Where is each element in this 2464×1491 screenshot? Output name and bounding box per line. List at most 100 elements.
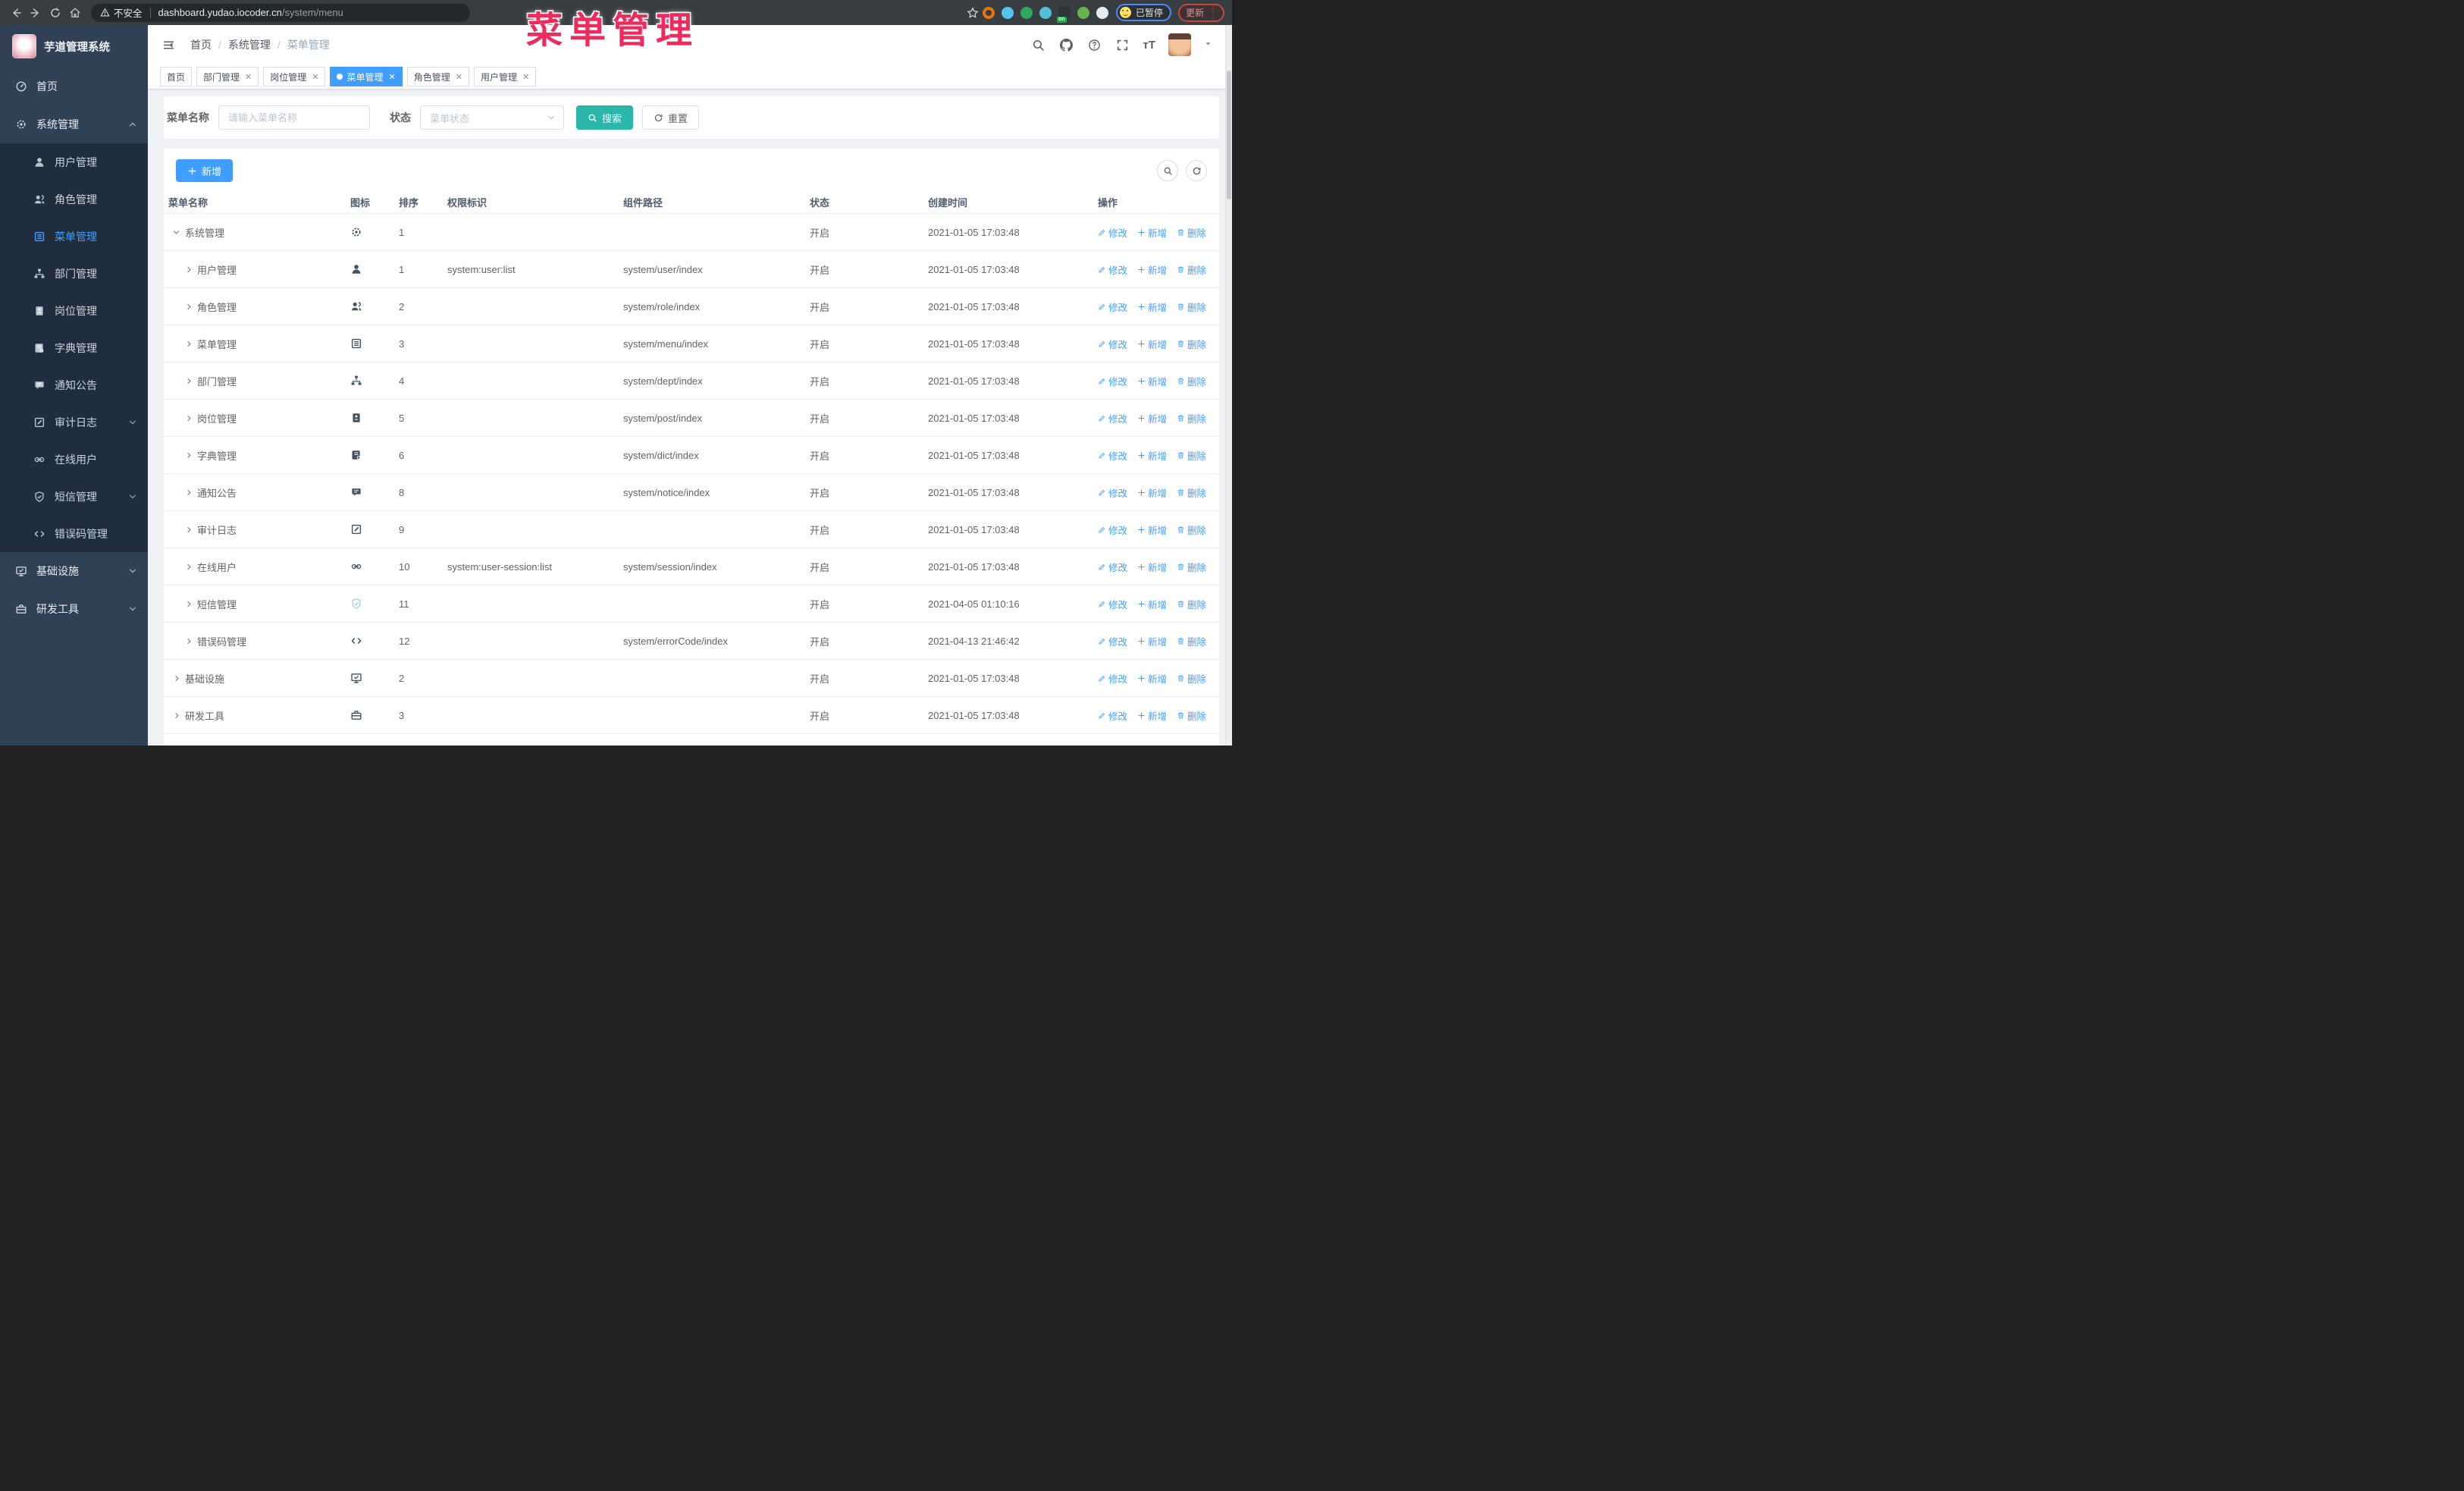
show-search-button[interactable] (1157, 160, 1178, 181)
close-tab-icon[interactable]: ✕ (312, 72, 318, 82)
add-action[interactable]: 新增 (1137, 225, 1167, 240)
sidebar-item-菜单管理[interactable]: 菜单管理 (0, 218, 148, 255)
add-action[interactable]: 新增 (1137, 374, 1167, 388)
browser-reload-icon[interactable] (45, 3, 65, 23)
tab-岗位管理[interactable]: 岗位管理 ✕ (263, 67, 326, 86)
add-button[interactable]: 新增 (176, 159, 234, 182)
extension-icon-green-check[interactable] (1020, 6, 1033, 19)
browser-update-button[interactable]: 更新 ⋮ ⋮ (1177, 3, 1224, 22)
sidebar-logo-row[interactable]: 芋道管理系统 (0, 25, 148, 67)
expand-row-icon[interactable] (183, 636, 194, 646)
extension-icon-teal-columns[interactable] (1039, 6, 1052, 19)
delete-action[interactable]: 删除 (1177, 411, 1206, 425)
collapse-sidebar-icon[interactable] (158, 35, 178, 55)
expand-row-icon[interactable] (183, 561, 194, 572)
delete-action[interactable]: 删除 (1177, 597, 1206, 611)
expand-row-icon[interactable] (183, 450, 194, 460)
delete-action[interactable]: 删除 (1177, 448, 1206, 463)
add-action[interactable]: 新增 (1137, 560, 1167, 574)
close-tab-icon[interactable]: ✕ (245, 72, 252, 82)
tab-首页[interactable]: 首页 (160, 67, 193, 86)
edit-action[interactable]: 修改 (1098, 523, 1127, 537)
edit-action[interactable]: 修改 (1098, 225, 1127, 240)
tab-部门管理[interactable]: 部门管理 ✕ (196, 67, 259, 86)
edit-action[interactable]: 修改 (1098, 485, 1127, 500)
sidebar-item-角色管理[interactable]: 角色管理 (0, 180, 148, 218)
edit-action[interactable]: 修改 (1098, 560, 1127, 574)
github-icon[interactable] (1058, 37, 1074, 52)
browser-back-icon[interactable] (6, 3, 26, 23)
puzzle-icon[interactable] (1096, 6, 1108, 19)
sidebar-item-研发工具[interactable]: 研发工具 (0, 590, 148, 628)
scrollbar-thumb[interactable] (1227, 71, 1231, 199)
add-action[interactable]: 新增 (1137, 448, 1167, 463)
delete-action[interactable]: 删除 (1177, 374, 1206, 388)
edit-action[interactable]: 修改 (1098, 634, 1127, 648)
extension-icon-green-plant[interactable] (1077, 6, 1089, 19)
add-action[interactable]: 新增 (1137, 262, 1167, 277)
add-action[interactable]: 新增 (1137, 634, 1167, 648)
font-size-icon[interactable]: тT (1143, 39, 1155, 52)
tab-角色管理[interactable]: 角色管理 ✕ (406, 67, 469, 86)
tab-用户管理[interactable]: 用户管理 ✕ (473, 67, 537, 86)
add-action[interactable]: 新增 (1137, 485, 1167, 500)
expand-row-icon[interactable] (171, 227, 182, 237)
sidebar-item-在线用户[interactable]: 在线用户 (0, 441, 148, 478)
paused-extension-pill[interactable]: 已暂停 (1115, 4, 1171, 21)
close-tab-icon[interactable]: ✕ (456, 72, 462, 82)
delete-action[interactable]: 删除 (1177, 708, 1206, 723)
bookmark-star-icon[interactable] (963, 3, 983, 23)
expand-row-icon[interactable] (183, 375, 194, 386)
delete-action[interactable]: 删除 (1177, 262, 1206, 277)
edit-action[interactable]: 修改 (1098, 374, 1127, 388)
edit-action[interactable]: 修改 (1098, 337, 1127, 351)
edit-action[interactable]: 修改 (1098, 262, 1127, 277)
reset-button[interactable]: 重置 (642, 105, 700, 130)
page-scrollbar[interactable] (1225, 25, 1232, 746)
add-action[interactable]: 新增 (1137, 300, 1167, 314)
address-bar[interactable]: 不安全 dashboard.yudao.iocoder.cn/system/me… (91, 3, 470, 22)
sidebar-item-首页[interactable]: 首页 (0, 67, 148, 105)
add-action[interactable]: 新增 (1137, 337, 1167, 351)
sidebar-item-字典管理[interactable]: 字典管理 (0, 329, 148, 366)
avatar[interactable] (1168, 33, 1191, 56)
close-tab-icon[interactable]: ✕ (522, 72, 529, 82)
delete-action[interactable]: 删除 (1177, 485, 1206, 500)
edit-action[interactable]: 修改 (1098, 411, 1127, 425)
breadcrumb-item[interactable]: 首页 (190, 37, 212, 52)
delete-action[interactable]: 删除 (1177, 225, 1206, 240)
kebab-menu-icon[interactable]: ⋮ ⋮ (1209, 5, 1217, 20)
edit-action[interactable]: 修改 (1098, 708, 1127, 723)
edit-action[interactable]: 修改 (1098, 300, 1127, 314)
extension-icon-blue-gem[interactable] (1001, 6, 1014, 19)
breadcrumb-item[interactable]: 系统管理 (228, 37, 271, 52)
add-action[interactable]: 新增 (1137, 523, 1167, 537)
menu-name-input[interactable] (218, 105, 370, 130)
delete-action[interactable]: 删除 (1177, 523, 1206, 537)
sidebar-item-短信管理[interactable]: 短信管理 (0, 478, 148, 515)
add-action[interactable]: 新增 (1137, 411, 1167, 425)
expand-row-icon[interactable] (183, 338, 194, 349)
sidebar-item-审计日志[interactable]: 审计日志 (0, 403, 148, 441)
fullscreen-icon[interactable] (1114, 37, 1130, 52)
security-warning[interactable]: 不安全 (100, 5, 143, 20)
close-tab-icon[interactable]: ✕ (389, 72, 396, 82)
sidebar-item-用户管理[interactable]: 用户管理 (0, 143, 148, 180)
extension-icon-dark-switch[interactable]: on (1056, 6, 1071, 23)
delete-action[interactable]: 删除 (1177, 560, 1206, 574)
delete-action[interactable]: 删除 (1177, 337, 1206, 351)
sidebar-item-系统管理[interactable]: 系统管理 (0, 105, 148, 143)
expand-row-icon[interactable] (183, 598, 194, 609)
edit-action[interactable]: 修改 (1098, 597, 1127, 611)
expand-row-icon[interactable] (183, 524, 194, 535)
browser-forward-icon[interactable] (26, 3, 45, 23)
chevron-down-icon[interactable] (1204, 38, 1212, 52)
search-button[interactable]: 搜索 (576, 105, 634, 130)
expand-row-icon[interactable] (183, 301, 194, 312)
sidebar-item-基础设施[interactable]: 基础设施 (0, 552, 148, 590)
sidebar-item-通知公告[interactable]: 通知公告 (0, 366, 148, 403)
add-action[interactable]: 新增 (1137, 671, 1167, 686)
sidebar-item-错误码管理[interactable]: 错误码管理 (0, 515, 148, 552)
sidebar-item-岗位管理[interactable]: 岗位管理 (0, 292, 148, 329)
edit-action[interactable]: 修改 (1098, 671, 1127, 686)
